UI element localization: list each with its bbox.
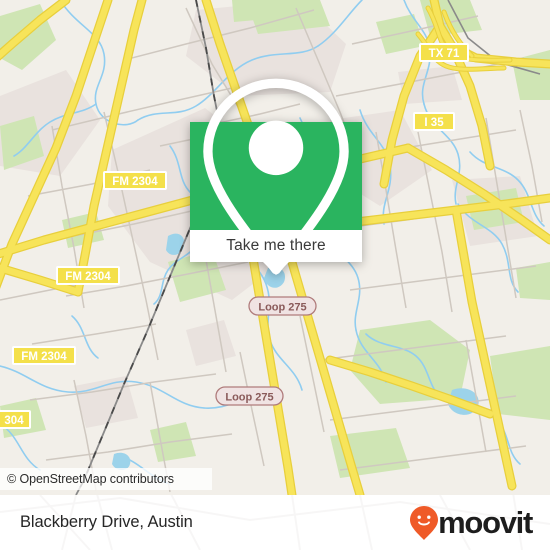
- map-attribution-label: © OpenStreetMap contributors: [7, 472, 174, 486]
- take-me-there-popup[interactable]: Take me there: [190, 78, 362, 275]
- moovit-wordmark: moovit: [438, 504, 533, 540]
- location-pin-icon: [203, 78, 349, 274]
- place-title: Blackberry Drive, Austin: [20, 513, 193, 531]
- map-screen: TX 71 I 35 FM 2304 FM 2304 FM 2304 304 L…: [0, 0, 550, 550]
- take-me-there-label: Take me there: [226, 237, 326, 254]
- popup-pin-area: [190, 78, 362, 274]
- footer-bar: Blackberry Drive, Austin moovit: [0, 495, 550, 550]
- map-canvas[interactable]: TX 71 I 35 FM 2304 FM 2304 FM 2304 304 L…: [0, 0, 550, 495]
- moovit-pin-icon: [410, 505, 439, 540]
- map-attribution[interactable]: © OpenStreetMap contributors: [0, 468, 212, 490]
- popup-pointer-arrow: [263, 262, 289, 275]
- moovit-logo[interactable]: moovit: [409, 504, 533, 541]
- take-me-there-button[interactable]: Take me there: [190, 230, 362, 275]
